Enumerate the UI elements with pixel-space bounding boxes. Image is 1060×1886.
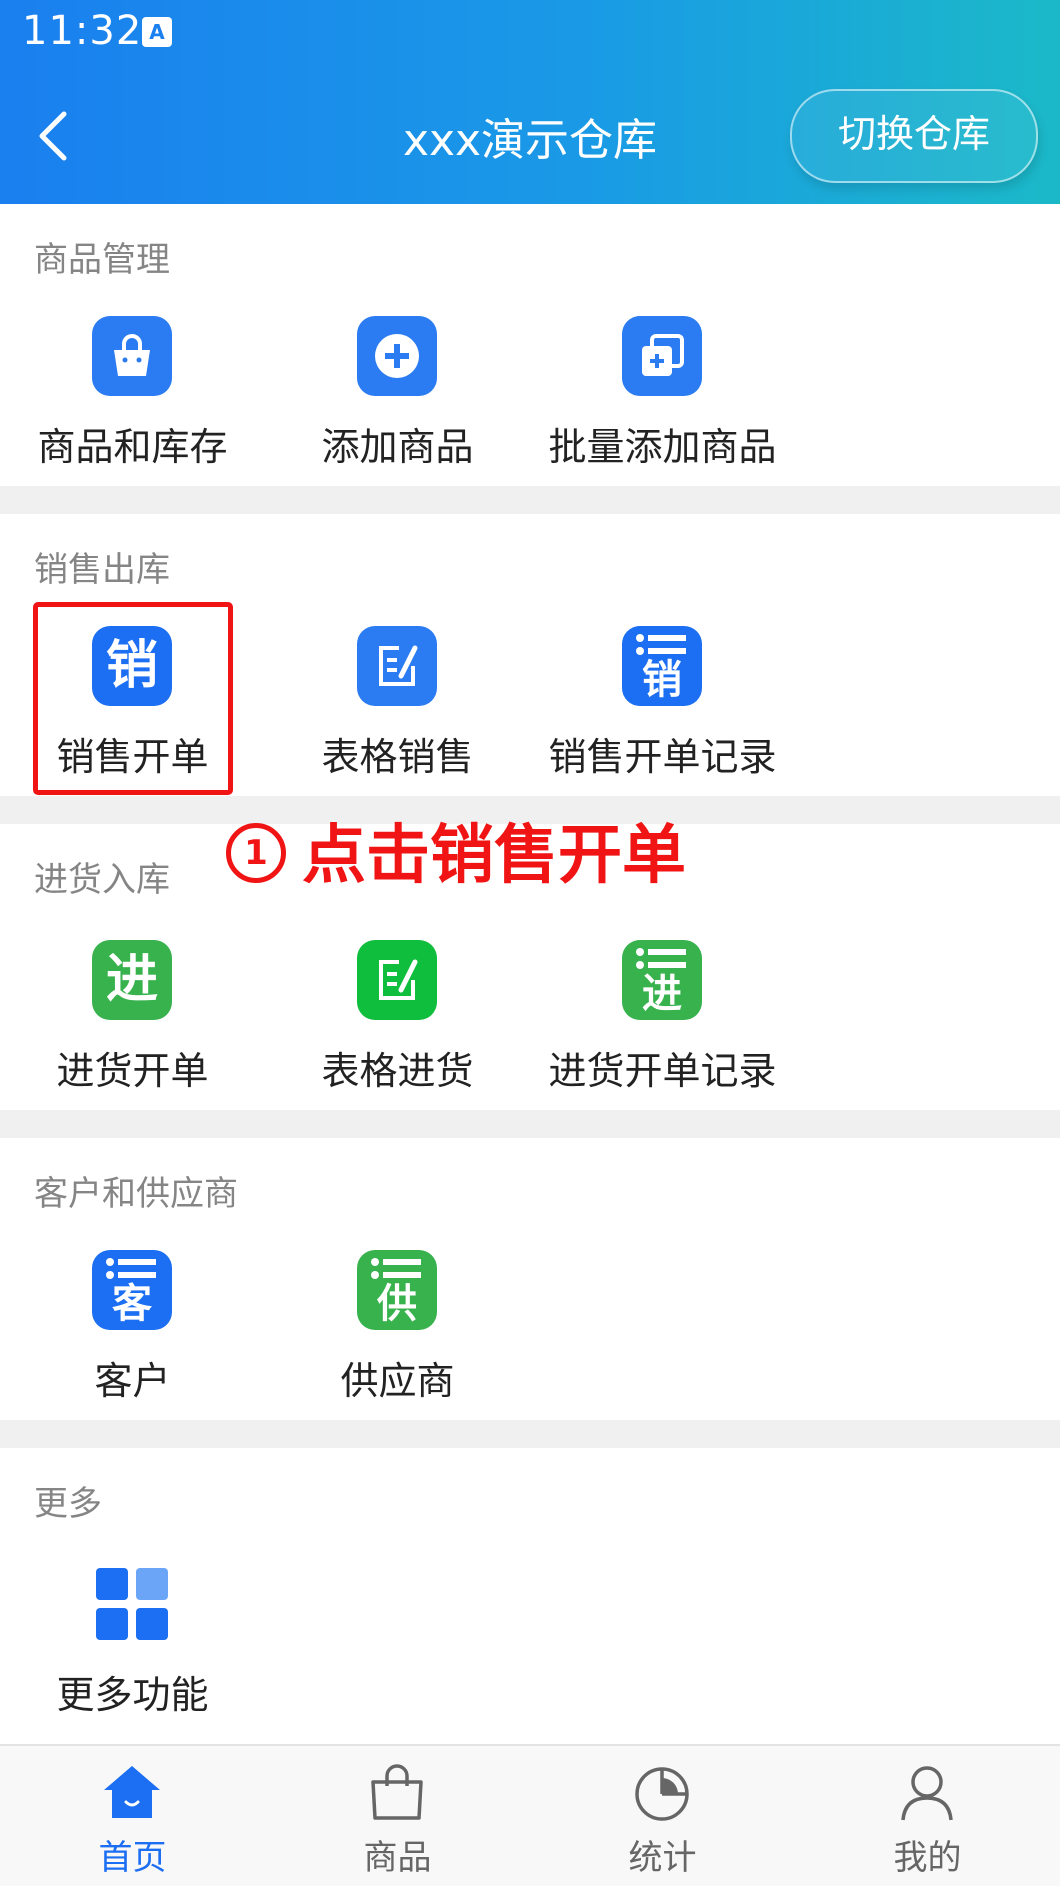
purchase-record-icon: 进 — [622, 940, 702, 1020]
item-label: 添加商品 — [321, 425, 474, 469]
tab-label: 我的 — [893, 1838, 962, 1878]
purchase-order-button[interactable]: 进 进货开单 — [0, 940, 265, 1093]
tab-label: 统计 — [628, 1838, 697, 1878]
divider — [0, 1420, 1060, 1448]
switch-warehouse-button[interactable]: 切换仓库 — [790, 89, 1038, 183]
table-sales-button[interactable]: 表格销售 — [265, 626, 530, 779]
item-label: 客户 — [94, 1359, 171, 1403]
highlight-box — [33, 602, 233, 795]
plus-circle-icon — [357, 316, 437, 396]
more-features-button[interactable]: 更多功能 — [0, 1564, 265, 1717]
user-icon — [901, 1766, 953, 1821]
section-goods: 商品管理 商品和库存 添加商品 批量添加商品 — [0, 204, 1060, 486]
status-time: 11:32 — [22, 8, 143, 54]
item-label: 更多功能 — [56, 1673, 209, 1717]
tab-home[interactable]: 首页 — [0, 1746, 265, 1886]
tab-statistics[interactable]: 统计 — [530, 1746, 795, 1886]
section-title: 客户和供应商 — [34, 1174, 238, 1214]
bottom-tab-bar: 首页 商品 统计 我的 — [0, 1744, 1060, 1886]
batch-add-goods-button[interactable]: 批量添加商品 — [530, 316, 795, 469]
supplier-icon: 供 — [357, 1250, 437, 1330]
customer-button[interactable]: 客 客户 — [0, 1250, 265, 1403]
item-label: 表格进货 — [321, 1049, 474, 1093]
tab-mine[interactable]: 我的 — [795, 1746, 1060, 1886]
divider — [0, 486, 1060, 514]
shopping-bag-icon — [92, 316, 172, 396]
item-label: 销售开单记录 — [548, 735, 777, 779]
section-contacts: 客户和供应商 客 客户 供 供应商 — [0, 1138, 1060, 1420]
customer-icon: 客 — [92, 1250, 172, 1330]
goods-inventory-button[interactable]: 商品和库存 — [0, 316, 265, 469]
app-header: 11:32 A xxx演示仓库 切换仓库 — [0, 0, 1060, 204]
purchase-record-button[interactable]: 进 进货开单记录 — [530, 940, 795, 1093]
supplier-button[interactable]: 供 供应商 — [265, 1250, 530, 1403]
table-edit-icon — [357, 626, 437, 706]
item-label: 表格销售 — [321, 735, 474, 779]
notification-badge-icon: A — [142, 17, 172, 47]
section-title: 更多 — [34, 1484, 102, 1524]
annotation-text: 1 点击销售开单 — [226, 804, 686, 896]
purchase-icon: 进 — [92, 940, 172, 1020]
batch-add-icon — [622, 316, 702, 396]
table-purchase-button[interactable]: 表格进货 — [265, 940, 530, 1093]
sales-record-icon: 销 — [622, 626, 702, 706]
item-label: 批量添加商品 — [548, 425, 777, 469]
add-goods-button[interactable]: 添加商品 — [265, 316, 530, 469]
home-icon — [104, 1766, 160, 1818]
item-label: 进货开单 — [56, 1049, 209, 1093]
pie-chart-icon — [635, 1767, 689, 1821]
tab-label: 首页 — [98, 1838, 167, 1878]
sales-record-button[interactable]: 销 销售开单记录 — [530, 626, 795, 779]
annotation-label: 点击销售开单 — [302, 819, 686, 893]
section-title: 商品管理 — [34, 240, 170, 280]
section-title: 销售出库 — [34, 550, 170, 590]
step-number-badge: 1 — [226, 823, 286, 884]
tab-goods[interactable]: 商品 — [265, 1746, 530, 1886]
tab-label: 商品 — [363, 1838, 432, 1878]
item-label: 供应商 — [340, 1359, 455, 1403]
grid-icon — [92, 1564, 172, 1644]
item-label: 商品和库存 — [37, 425, 228, 469]
divider — [0, 1110, 1060, 1138]
section-title: 进货入库 — [34, 860, 170, 900]
item-label: 进货开单记录 — [548, 1049, 777, 1093]
section-more: 更多 更多功能 — [0, 1448, 1060, 1744]
bag-icon — [371, 1764, 423, 1820]
table-edit-icon — [357, 940, 437, 1020]
